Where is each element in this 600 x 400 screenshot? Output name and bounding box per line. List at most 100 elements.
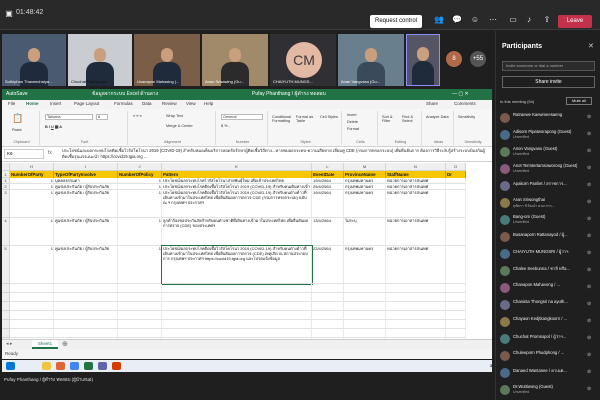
participant-row[interactable]: Chanapon Mahavong / ... ⊘ (499, 281, 597, 297)
table-cell[interactable]: หน่วยการเอาสารสนเทศ (386, 218, 446, 246)
bold-icon[interactable]: B I U ▦ A (45, 124, 62, 129)
share-screen-icon[interactable]: ⇪ (540, 15, 554, 27)
tab-home[interactable]: Home (26, 101, 39, 106)
table-cell[interactable]: ลูกค้าร้องขอประกันภัยสำหรับคนต่างชาติที่… (162, 218, 312, 246)
participant-row[interactable]: Ratraewe Kaewmeesaeng ⊘ (499, 111, 597, 127)
invite-input[interactable]: Invite someone or dial a number (502, 61, 595, 71)
font-size-select[interactable]: 8 (96, 114, 108, 120)
powerpoint-icon[interactable] (112, 362, 121, 370)
participant-row[interactable]: Busanaporn Rattanayod / ผู้... ⊘ (499, 230, 597, 246)
table-cell[interactable]: คู่แข่งประกันภัย / ผู้รับประกันภัย (54, 190, 118, 218)
row-header[interactable] (2, 293, 10, 302)
row-header[interactable] (2, 284, 10, 293)
table-cell[interactable] (10, 302, 54, 311)
table-cell[interactable] (118, 329, 162, 338)
table-cell[interactable] (446, 302, 466, 311)
participant-row[interactable]: Chalee Seebunna / ชาลี หรือ... ⊘ (499, 264, 597, 280)
table-cell[interactable] (118, 302, 162, 311)
row-header[interactable]: 1 (2, 171, 10, 178)
table-cell[interactable] (344, 293, 386, 302)
table-cell[interactable]: หน่วยการเอาสารสนเทศ (386, 246, 446, 284)
table-cell[interactable]: หน่วยการเอาสารสนเทศ (386, 190, 446, 218)
table-header-cell[interactable]: NumberOfParty (10, 171, 54, 178)
table-cell[interactable] (446, 284, 466, 293)
tab-page-layout[interactable]: Page Layout (74, 101, 99, 106)
table-cell[interactable] (312, 302, 344, 311)
column-header[interactable]: H (10, 163, 54, 171)
participants-icon[interactable]: 👥 (432, 15, 446, 27)
participant-row[interactable]: Danaed Wantanee / ดาเนต... ⊘ (499, 366, 597, 382)
column-header[interactable]: J (118, 163, 162, 171)
table-cell[interactable]: กรุงเทพมหานคร (344, 190, 386, 218)
table-cell[interactable] (344, 311, 386, 320)
participant-row[interactable]: Chuchat Promsopol / ผู้ว่าฯ... ⊘ (499, 332, 597, 348)
table-cell[interactable]: ประโยชน์/ผลกระทบโรคติดเชื้อไวรัสโคโรนา 2… (161, 245, 313, 285)
row-header[interactable] (2, 320, 10, 329)
table-cell[interactable] (344, 320, 386, 329)
participant-row[interactable]: CHAIYUTH MUNGSRI / ผู้ว่าฯ ⊘ (499, 247, 597, 263)
row-header[interactable]: 5 (2, 246, 10, 284)
table-cell[interactable]: 1 (118, 246, 162, 284)
folder-icon[interactable] (42, 362, 51, 370)
column-header[interactable]: M (344, 163, 386, 171)
share-button[interactable]: Share (426, 101, 438, 106)
delete-cells-button[interactable]: Delete (347, 120, 358, 124)
column-header[interactable]: K (162, 163, 312, 171)
participant-row[interactable]: Apakorn Panliet / สราชการ... ⊘ (499, 179, 597, 195)
mute-all-button[interactable]: Mute all (566, 97, 592, 105)
find-select-button[interactable]: Find & Select (402, 115, 420, 123)
video-tile[interactable]: Anan Srisawing (Gu... (202, 34, 268, 86)
number-format-select[interactable]: General (221, 114, 263, 120)
camera-icon[interactable]: ▭ (506, 15, 520, 27)
comments-button[interactable]: Comments (454, 101, 476, 106)
more-participants-badge[interactable]: +55 (470, 51, 486, 67)
participant-row[interactable]: Anon Vangvasu (Guest) Unverified ⊘ (499, 145, 597, 161)
table-header-cell[interactable]: StaffName (386, 171, 446, 178)
teams-icon[interactable] (98, 362, 107, 370)
merge-center-button[interactable]: Merge & Center (166, 124, 193, 128)
table-cell[interactable] (54, 320, 118, 329)
align-icons[interactable]: ≡ ≡ ≡ (133, 114, 142, 118)
table-cell[interactable] (446, 246, 466, 284)
table-cell[interactable] (312, 329, 344, 338)
video-tile[interactable]: CM CHAIYUTH MUNGS... (270, 34, 336, 86)
paste-icon[interactable]: 📋 (12, 113, 23, 124)
table-cell[interactable] (312, 311, 344, 320)
table-header-cell[interactable]: TypeOfPartyInvolve (54, 171, 118, 178)
table-cell[interactable] (386, 320, 446, 329)
sheet-tab[interactable]: Sheet1 (32, 340, 58, 349)
windows-icon[interactable] (6, 362, 15, 370)
table-cell[interactable] (312, 284, 344, 293)
select-all-corner[interactable] (2, 163, 10, 171)
table-cell[interactable]: ประโยชน์/ผลกระทบโรคติดเชื้อไวรัสโคโรนา 2… (162, 190, 312, 218)
video-tile[interactable] (406, 34, 440, 86)
table-cell[interactable] (162, 329, 312, 338)
table-cell[interactable] (162, 284, 312, 293)
column-header[interactable]: N (386, 163, 446, 171)
table-cell[interactable] (446, 190, 466, 218)
microphone-icon[interactable]: ♪ (522, 15, 536, 27)
table-cell[interactable] (446, 311, 466, 320)
table-cell[interactable] (386, 311, 446, 320)
analyze-data-button[interactable]: Analyze Data (426, 115, 452, 119)
table-header-cell[interactable]: NumberOfPolicy (118, 171, 162, 178)
request-control-button[interactable]: Request control (370, 15, 422, 28)
reactions-icon[interactable]: ☺ (468, 15, 482, 27)
column-header[interactable]: O (446, 163, 466, 171)
font-select[interactable]: Tahoma (45, 114, 93, 120)
participant-row[interactable]: Chaninta Thongsri na ayuth... ⊘ (499, 298, 597, 314)
participant-avatar-icon[interactable]: 8 (446, 51, 462, 67)
chrome-icon[interactable] (70, 362, 79, 370)
cell-styles-button[interactable]: Cell Styles (320, 115, 340, 119)
table-cell[interactable] (10, 329, 54, 338)
row-header[interactable] (2, 302, 10, 311)
paste-button[interactable]: Paste (12, 128, 22, 132)
table-cell[interactable] (386, 284, 446, 293)
table-cell[interactable] (118, 320, 162, 329)
table-cell[interactable] (344, 329, 386, 338)
table-cell[interactable] (162, 302, 312, 311)
table-cell[interactable]: 1 (10, 190, 54, 218)
table-cell[interactable] (162, 320, 312, 329)
table-cell[interactable]: 1 (10, 246, 54, 284)
participant-row[interactable]: Dr.Wuttiwong (Guest) Unverified ⊘ (499, 383, 597, 399)
